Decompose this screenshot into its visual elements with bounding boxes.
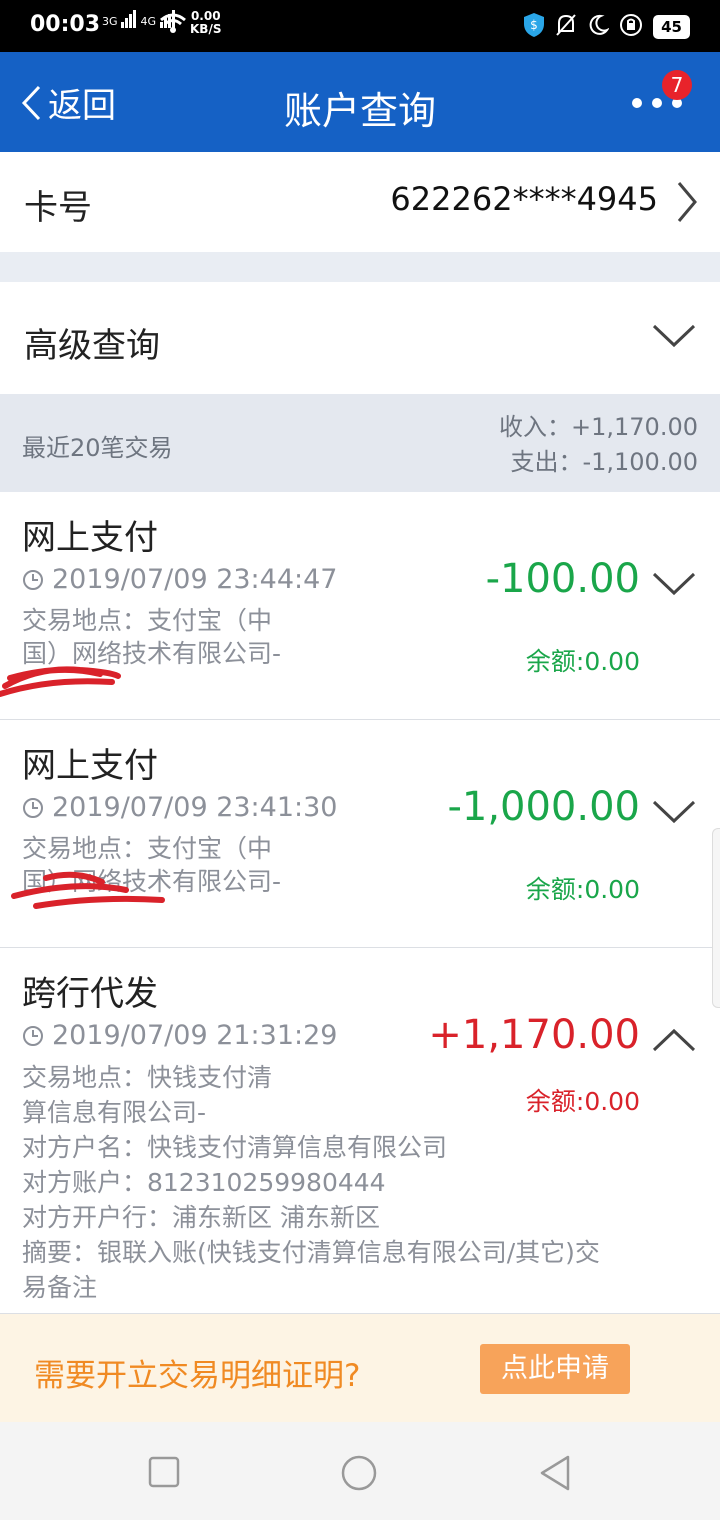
chevron-down-icon[interactable]: [652, 572, 696, 596]
card-number-row[interactable]: 卡号 622262****4945: [0, 152, 720, 252]
transaction-location: 交易地点：支付宝（中: [22, 834, 273, 863]
counterparty-account: 对方账户：812310259980444: [22, 1168, 386, 1197]
advanced-query-label: 高级查询: [24, 326, 160, 366]
expense-total: 支出：-1,100.00: [510, 448, 698, 476]
transaction-summary: 最近20笔交易 收入：+1,170.00 支出：-1,100.00: [0, 394, 720, 492]
counterparty-name: 对方户名：快钱支付清算信息有限公司: [22, 1133, 448, 1162]
transaction-amount: +1,170.00: [428, 1012, 640, 1058]
recent-transactions-label: 最近20笔交易: [22, 434, 173, 462]
chevron-up-icon[interactable]: [652, 1028, 696, 1052]
wifi-icon: [160, 12, 186, 38]
status-bar: 00:03 3G 4G 0.00 KB/S $ 45: [0, 0, 720, 52]
chevron-down-icon[interactable]: [652, 800, 696, 824]
transaction-location: 交易地点：支付宝（中: [22, 606, 273, 635]
transaction-balance: 余额:0.00: [525, 875, 640, 904]
transaction-amount: -100.00: [485, 556, 640, 602]
income-total: 收入：+1,170.00: [499, 413, 698, 441]
network-4g-label: 4G: [140, 15, 157, 28]
transaction-location: 交易地点：快钱支付清: [22, 1063, 273, 1092]
counterparty-bank: 对方开户行：浦东新区 浦东新区: [22, 1203, 380, 1232]
chevron-right-icon: [677, 182, 697, 222]
transaction-balance: 余额:0.00: [525, 1087, 640, 1116]
transaction-time: 2019/07/09 23:44:47: [52, 564, 338, 595]
advanced-query-row[interactable]: 高级查询: [0, 282, 720, 394]
certificate-question: 需要开立交易明细证明?: [34, 1358, 361, 1394]
system-nav-bar: [0, 1422, 720, 1520]
top-nav-bar: 返回 账户查询 7: [0, 52, 720, 152]
card-number: 622262****4945: [390, 180, 658, 218]
transaction-item[interactable]: 网上支付 2019/07/09 23:44:47 -100.00 交易地点：支付…: [0, 492, 720, 720]
transaction-balance: 余额:0.00: [525, 647, 640, 676]
section-divider: [0, 252, 720, 282]
clock-icon: [23, 1025, 43, 1046]
notification-badge: 7: [662, 70, 692, 100]
home-icon[interactable]: [340, 1454, 378, 1492]
certificate-banner: 需要开立交易明细证明? 点此申请: [0, 1314, 720, 1422]
transaction-type: 跨行代发: [22, 974, 158, 1014]
chevron-down-icon: [652, 324, 696, 348]
transaction-time: 2019/07/09 23:41:30: [52, 792, 338, 823]
svg-text:$: $: [530, 18, 538, 32]
more-dot-icon: [632, 98, 642, 108]
shield-icon: $: [523, 12, 545, 42]
scroll-indicator[interactable]: [712, 828, 720, 1008]
status-time: 00:03: [30, 12, 101, 37]
back-nav-icon[interactable]: [538, 1454, 572, 1492]
page-title: 账户查询: [283, 89, 436, 133]
card-label: 卡号: [24, 188, 92, 228]
mute-bell-icon: [555, 13, 577, 41]
transaction-type: 网上支付: [22, 518, 158, 558]
redaction-scribble: [11, 871, 165, 909]
network-3g-label: 3G: [102, 15, 118, 28]
rotation-lock-icon: [619, 13, 643, 41]
clock-icon: [23, 797, 43, 818]
transaction-type: 网上支付: [22, 746, 158, 786]
battery-indicator: 45: [653, 15, 690, 39]
transaction-item-expanded[interactable]: 跨行代发 2019/07/09 21:31:29 +1,170.00 交易地点：…: [0, 948, 720, 1314]
transaction-item[interactable]: 网上支付 2019/07/09 23:41:30 -1,000.00 交易地点：…: [0, 720, 720, 948]
transaction-memo: 摘要：银联入账(快钱支付清算信息有限公司/其它)交: [22, 1238, 600, 1267]
more-dot-icon: [652, 98, 662, 108]
moon-icon: [587, 14, 610, 40]
transaction-location-cont: 算信息有限公司-: [22, 1098, 207, 1127]
network-speed: 0.00 KB/S: [190, 9, 222, 36]
recent-apps-icon[interactable]: [148, 1456, 180, 1488]
transaction-amount: -1,000.00: [447, 784, 640, 830]
transaction-memo-cont: 易备注: [22, 1273, 98, 1302]
clock-icon: [23, 569, 43, 590]
transaction-time: 2019/07/09 21:31:29: [52, 1020, 338, 1051]
apply-button[interactable]: 点此申请: [480, 1344, 630, 1394]
redaction-scribble: [0, 666, 121, 697]
